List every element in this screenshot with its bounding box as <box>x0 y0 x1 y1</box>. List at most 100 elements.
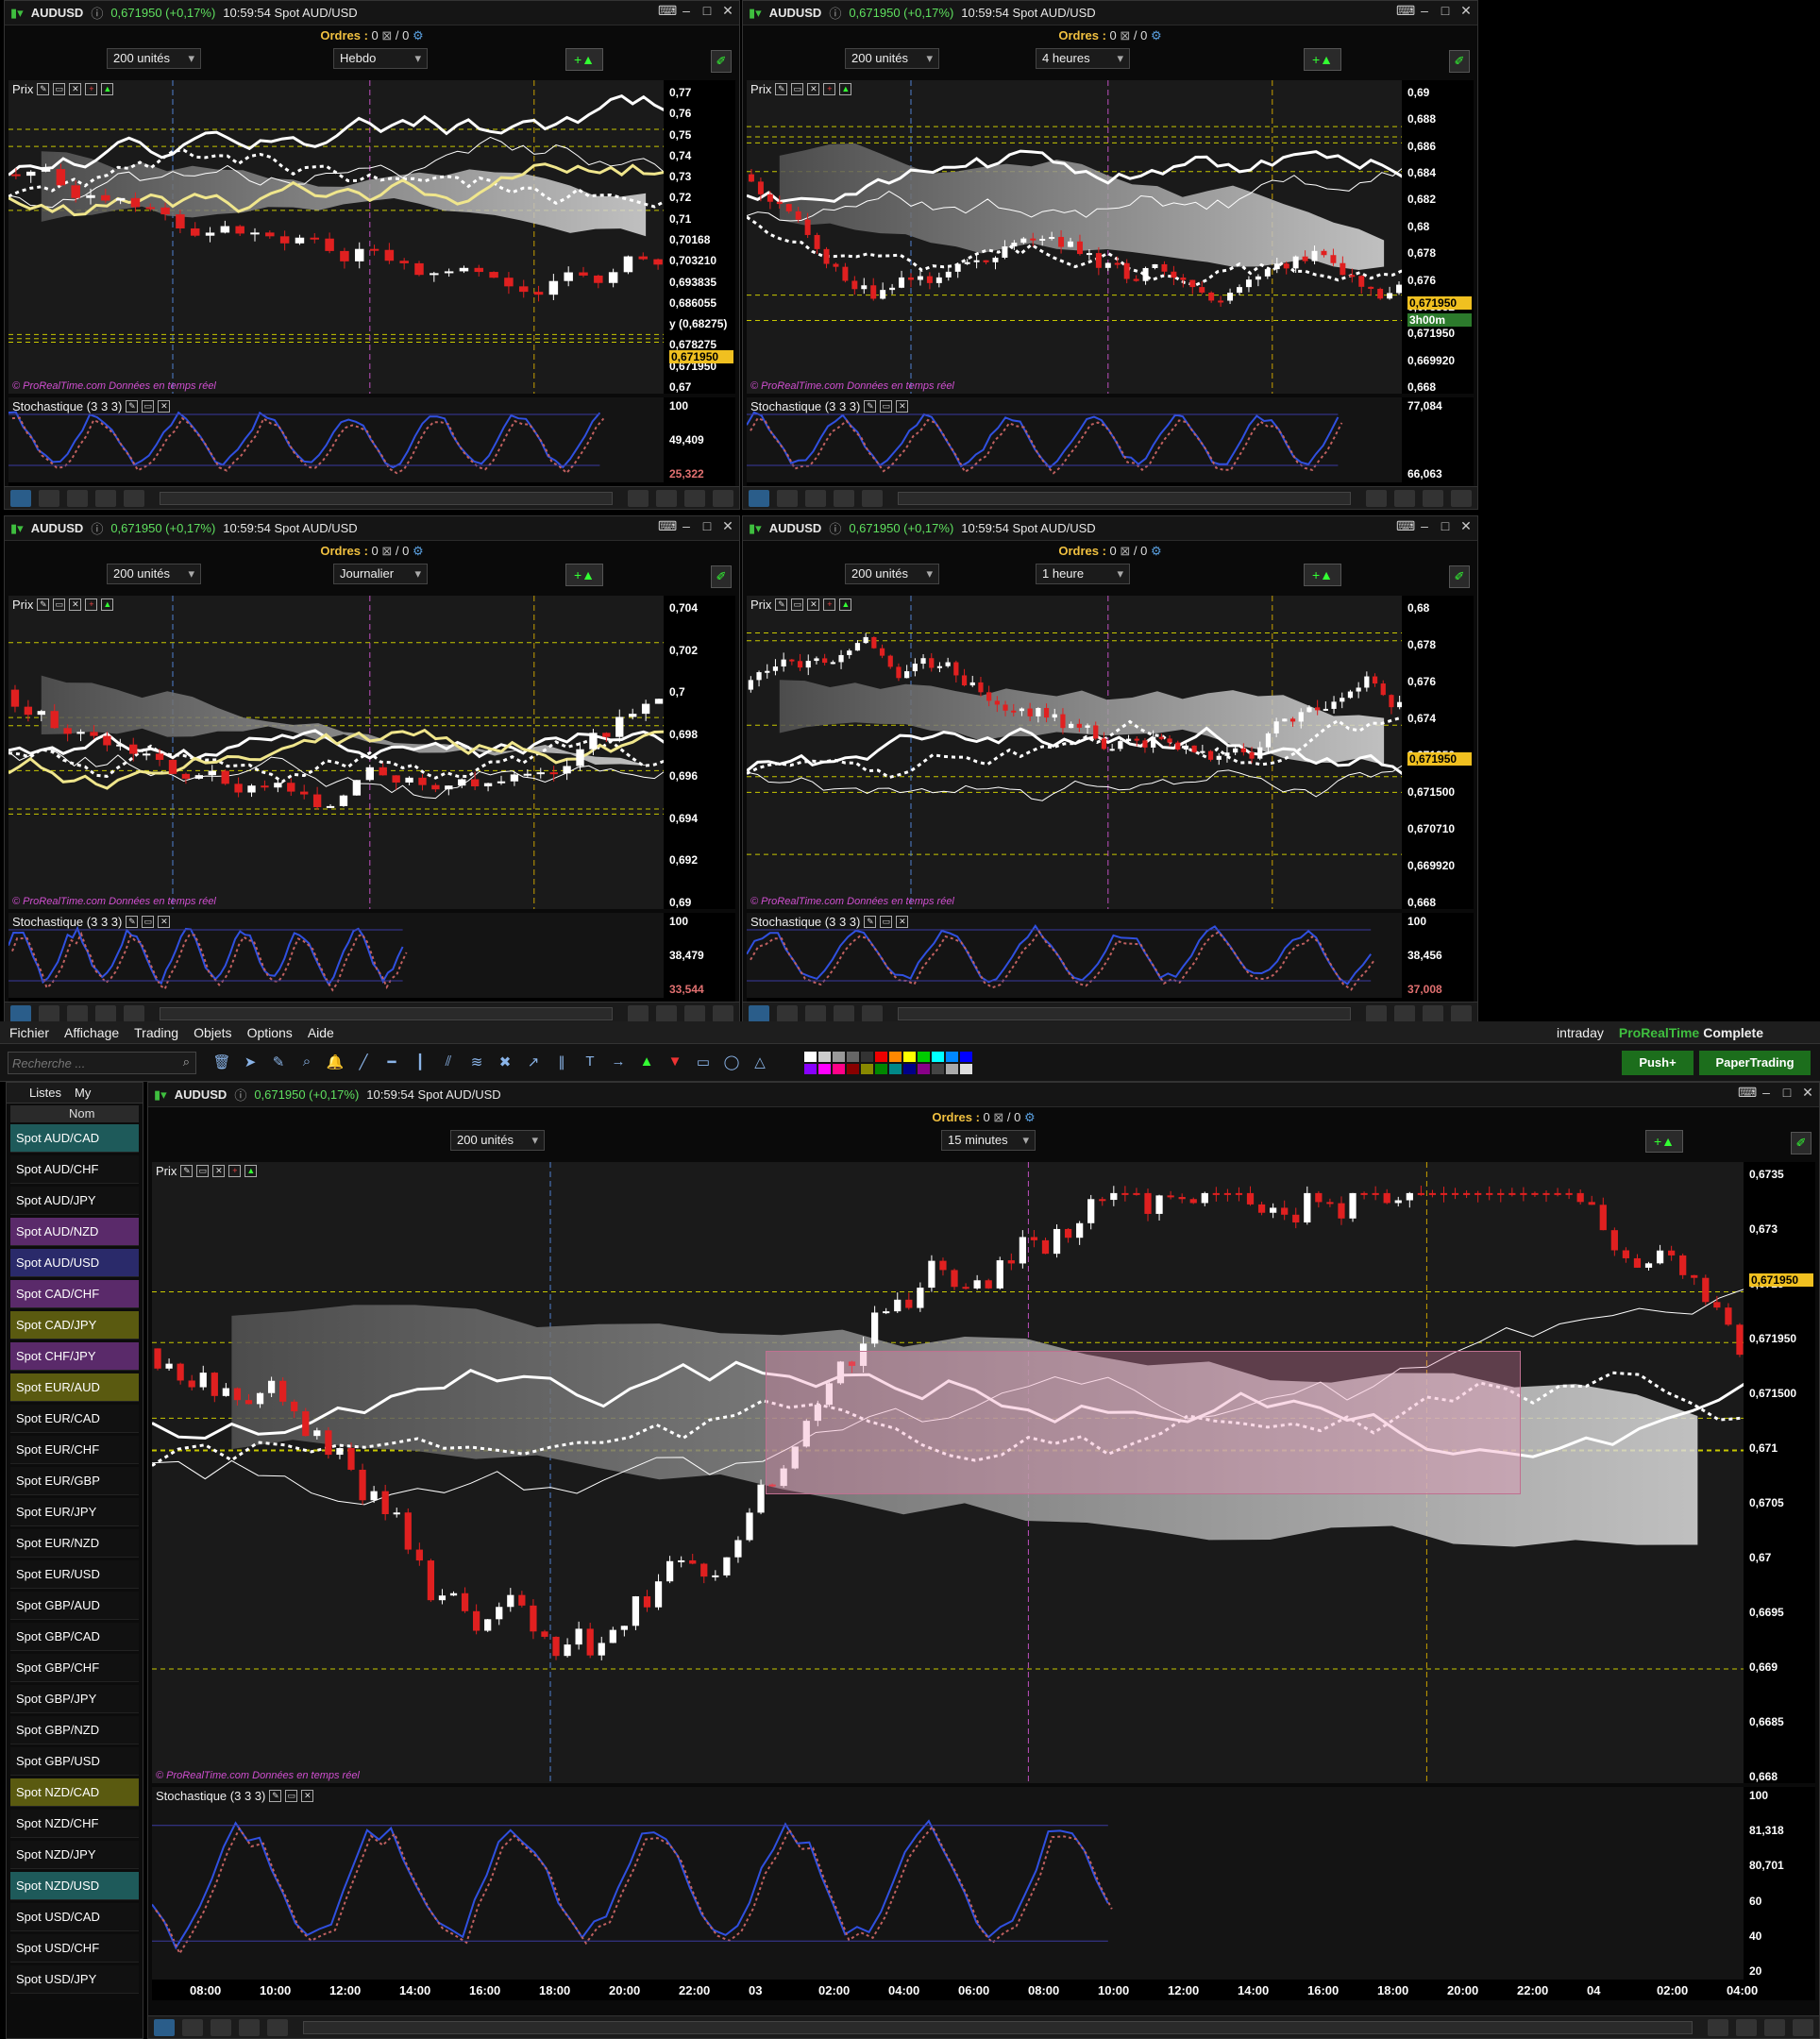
zoom-in-icon[interactable] <box>1793 2018 1813 2036</box>
window-menu-icon[interactable]: ▮▾ <box>10 521 24 536</box>
share-icon[interactable] <box>10 1004 31 1022</box>
remove-icon[interactable]: ✕ <box>158 916 171 928</box>
drawing-mode-icon[interactable]: ✐ <box>1449 565 1470 588</box>
window-titlebar[interactable]: ▮▾ AUDUSD ⓘ 0,671950 (+0,17%) 10:59:54 S… <box>743 516 1477 541</box>
watchlist-item[interactable]: Spot GBP/AUD <box>10 1592 139 1620</box>
tools-icon[interactable] <box>805 1004 826 1022</box>
color-swatch[interactable] <box>861 1064 873 1074</box>
color-swatch[interactable] <box>918 1064 930 1074</box>
color-swatch[interactable] <box>804 1064 817 1074</box>
window-icon[interactable]: ▭ <box>285 1790 298 1802</box>
autoscale-icon[interactable] <box>628 489 649 507</box>
autoscale-icon[interactable] <box>1708 2018 1728 2036</box>
color-swatch[interactable] <box>875 1052 887 1062</box>
color-swatch[interactable] <box>818 1052 831 1062</box>
orders-settings-icon[interactable]: ⚙ <box>1151 28 1162 42</box>
tools-icon[interactable] <box>67 1004 88 1022</box>
remove-icon[interactable]: ✕ <box>158 400 171 413</box>
orders-cancel-icon[interactable]: ⊠ <box>1120 28 1130 42</box>
window-menu-icon[interactable]: ▮▾ <box>10 6 24 21</box>
watchlist-item[interactable]: Spot NZD/CAD <box>10 1778 139 1807</box>
share-icon[interactable] <box>749 1004 769 1022</box>
window-icon[interactable]: ▭ <box>142 400 155 413</box>
window-icon[interactable]: ▭ <box>196 1165 210 1177</box>
time-axis[interactable]: 08:00 10:00 12:00 14:00 16:00 18:00 20:00 22:00… <box>152 1980 1815 2000</box>
zoom-in-icon[interactable] <box>1451 489 1472 507</box>
tools-icon[interactable] <box>805 489 826 507</box>
save-icon[interactable] <box>239 2018 260 2036</box>
add-indicator-button[interactable]: +▲ <box>1645 1130 1683 1153</box>
autoscale-icon[interactable] <box>628 1004 649 1022</box>
zoom-fit-icon[interactable] <box>1736 2018 1757 2036</box>
info-icon[interactable]: ⓘ <box>829 519 841 537</box>
arrow-line-icon[interactable]: ↗ <box>523 1053 544 1074</box>
indicators-icon[interactable] <box>862 1004 883 1022</box>
zoom-out-icon[interactable] <box>684 489 705 507</box>
watchlist-item[interactable]: Spot GBP/JPY <box>10 1685 139 1713</box>
keyboard-icon[interactable]: ⌨ <box>658 518 677 534</box>
wrench-icon[interactable]: ✎ <box>126 916 139 928</box>
watchlist-item[interactable]: Spot GBP/USD <box>10 1747 139 1776</box>
units-select[interactable]: 200 unités <box>107 564 201 584</box>
info-icon[interactable]: ⓘ <box>91 519 103 537</box>
add-panel-icon[interactable]: + <box>228 1165 242 1177</box>
maximize-button[interactable]: □ <box>1438 3 1453 19</box>
zoom-out-icon[interactable] <box>684 1004 705 1022</box>
window-icon[interactable]: ▭ <box>791 83 804 95</box>
info-icon[interactable]: ⓘ <box>91 4 103 22</box>
window-titlebar[interactable]: ▮▾ AUDUSD ⓘ 0,671950 (+0,17%) 10:59:54 S… <box>148 1083 1819 1107</box>
watchlist-item[interactable]: Spot USD/CHF <box>10 1934 139 1963</box>
autoscale-icon[interactable] <box>1366 1004 1387 1022</box>
search-icon[interactable]: ⌕ <box>183 1054 190 1070</box>
units-select[interactable]: 200 unités <box>845 48 939 69</box>
add-panel-icon[interactable]: + <box>823 83 836 95</box>
time-scrollbar[interactable] <box>303 2020 1693 2034</box>
move-panel-icon[interactable]: ▲ <box>839 598 852 611</box>
watchlist-item[interactable]: Spot EUR/AUD <box>10 1373 139 1402</box>
oscillator-axis[interactable]: 100 38,479 33,544 <box>664 913 735 998</box>
save-icon[interactable] <box>95 489 116 507</box>
zoom-out-icon[interactable] <box>1423 489 1443 507</box>
window-icon[interactable]: ▭ <box>880 400 893 413</box>
oscillator-axis[interactable]: 100 38,456 37,008 <box>1402 913 1474 998</box>
watchlist-item[interactable]: Spot CAD/CHF <box>10 1280 139 1308</box>
drawing-mode-icon[interactable]: ✐ <box>711 50 732 73</box>
orders-cancel-icon[interactable]: ⊠ <box>993 1110 1003 1124</box>
share-icon[interactable] <box>749 489 769 507</box>
watchlist-item[interactable]: Spot GBP/CHF <box>10 1654 139 1682</box>
layout-icon[interactable] <box>777 489 798 507</box>
parallel-icon[interactable]: ∥ <box>551 1053 572 1074</box>
menu-affichage[interactable]: Affichage <box>64 1025 119 1040</box>
time-scrollbar[interactable] <box>160 491 613 505</box>
search-box[interactable]: ⌕ <box>8 1052 196 1074</box>
fibonacci-icon[interactable]: ≋ <box>466 1053 487 1074</box>
triangle-icon[interactable]: △ <box>750 1053 770 1074</box>
wrench-icon[interactable]: ✎ <box>180 1165 194 1177</box>
keyboard-icon[interactable]: ⌨ <box>658 3 677 19</box>
share-icon[interactable] <box>10 489 31 507</box>
watchlist-item[interactable]: Spot GBP/NZD <box>10 1716 139 1744</box>
menu-options[interactable]: Options <box>247 1025 293 1040</box>
move-panel-icon[interactable]: ▲ <box>839 83 852 95</box>
zoom-fit-icon[interactable] <box>656 489 677 507</box>
tab-my[interactable]: My <box>75 1086 91 1100</box>
minimize-button[interactable]: – <box>1759 1085 1774 1101</box>
price-axis[interactable]: 0,67350,6730,67250,6719500,6715000,6710,… <box>1744 1162 1815 1783</box>
move-panel-icon[interactable]: ▲ <box>244 1165 258 1177</box>
buy-arrow-icon[interactable]: ▲ <box>636 1053 657 1074</box>
watchlist-item[interactable]: Spot USD/JPY <box>10 1965 139 1994</box>
remove-icon[interactable]: ✕ <box>301 1790 314 1802</box>
add-panel-icon[interactable]: + <box>85 598 98 611</box>
watchlist-item[interactable]: Spot CHF/JPY <box>10 1342 139 1371</box>
cursor-icon[interactable]: ➤ <box>240 1053 261 1074</box>
rectangle-icon[interactable]: ▭ <box>693 1053 714 1074</box>
color-swatch[interactable] <box>960 1064 972 1074</box>
indicators-icon[interactable] <box>124 1004 144 1022</box>
window-menu-icon[interactable]: ▮▾ <box>749 6 762 21</box>
layout-icon[interactable] <box>39 1004 59 1022</box>
wrench-icon[interactable]: ✎ <box>864 400 877 413</box>
color-swatch[interactable] <box>847 1064 859 1074</box>
watchlist-item[interactable]: Spot AUD/JPY <box>10 1187 139 1215</box>
time-scrollbar[interactable] <box>898 491 1351 505</box>
add-panel-icon[interactable]: + <box>823 598 836 611</box>
